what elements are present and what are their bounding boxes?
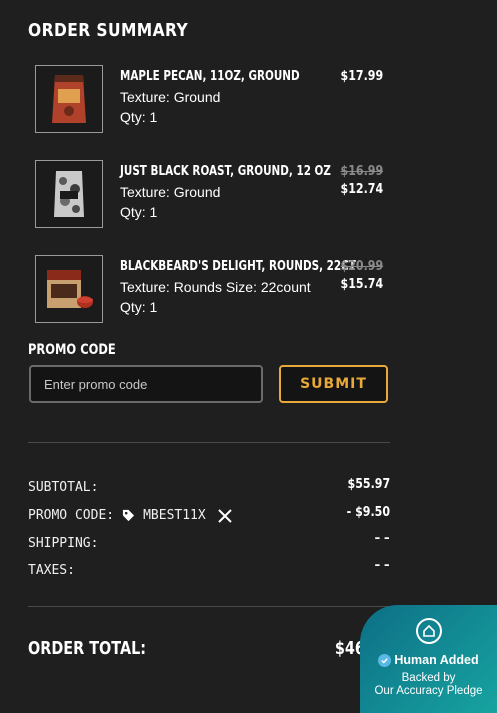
product-price: $12.74 <box>340 182 383 197</box>
subtotal-value: $55.97 <box>347 477 390 492</box>
product-qty: Qty: 1 <box>120 204 158 220</box>
house-icon <box>416 618 442 644</box>
divider <box>28 442 390 443</box>
product-name[interactable]: MAPLE PECAN, 11OZ, GROUND <box>120 69 300 84</box>
promo-code-label: PROMO CODE <box>28 342 116 358</box>
product-thumbnail[interactable] <box>35 255 103 323</box>
product-thumbnail[interactable] <box>35 65 103 133</box>
product-name[interactable]: BLACKBEARD'S DELIGHT, ROUNDS, 22CT <box>120 259 356 274</box>
badge-title-row: Human Added <box>360 653 497 667</box>
submit-promo-button[interactable]: SUBMIT <box>279 365 388 403</box>
product-price: $17.99 <box>340 69 383 84</box>
product-qty: Qty: 1 <box>120 109 158 125</box>
shipping-value: – – <box>375 531 390 546</box>
badge-subtitle-line1: Backed by <box>401 672 456 684</box>
product-price: $15.74 <box>340 277 383 292</box>
promo-code-row: PROMO CODE: MBEST11X <box>28 508 232 523</box>
verified-check-icon <box>378 653 392 667</box>
promo-code-row-label: PROMO CODE: <box>28 508 115 523</box>
product-name[interactable]: JUST BLACK ROAST, GROUND, 12 OZ <box>120 164 331 179</box>
cart-item: MAPLE PECAN, 11OZ, GROUND Texture: Groun… <box>35 65 395 135</box>
product-variant: Texture: Ground <box>120 184 221 200</box>
promo-discount-value: - $9.50 <box>346 505 390 520</box>
product-variant: Texture: Rounds Size: 22count <box>120 279 311 295</box>
product-variant: Texture: Ground <box>120 89 221 105</box>
divider <box>28 606 390 607</box>
badge-title: Human Added <box>394 653 479 667</box>
subtotal-label: SUBTOTAL: <box>28 480 99 495</box>
cart-item: JUST BLACK ROAST, GROUND, 12 OZ Texture:… <box>35 160 395 230</box>
human-added-badge[interactable]: Human Added Backed by Our Accuracy Pledg… <box>360 605 497 713</box>
promo-code-input[interactable] <box>29 365 263 403</box>
taxes-label: TAXES: <box>28 563 75 578</box>
tag-icon <box>122 509 135 522</box>
taxes-value: – – <box>375 558 390 573</box>
order-summary-title: ORDER SUMMARY <box>28 20 189 41</box>
product-qty: Qty: 1 <box>120 299 158 315</box>
product-original-price: $20.99 <box>340 259 383 274</box>
product-thumbnail[interactable] <box>35 160 103 228</box>
order-total-label: ORDER TOTAL: <box>28 638 147 659</box>
applied-promo-code: MBEST11X <box>143 508 206 523</box>
coffee-rounds-box-icon <box>47 270 93 308</box>
cart-item: BLACKBEARD'S DELIGHT, ROUNDS, 22CT Textu… <box>35 255 395 325</box>
product-original-price: $16.99 <box>340 164 383 179</box>
coffee-bag-camo-icon <box>54 171 84 217</box>
shipping-label: SHIPPING: <box>28 536 99 551</box>
badge-subtitle-line2: Our Accuracy Pledge <box>374 685 483 697</box>
remove-promo-close-icon[interactable] <box>218 508 232 523</box>
coffee-bag-red-icon <box>52 75 86 123</box>
